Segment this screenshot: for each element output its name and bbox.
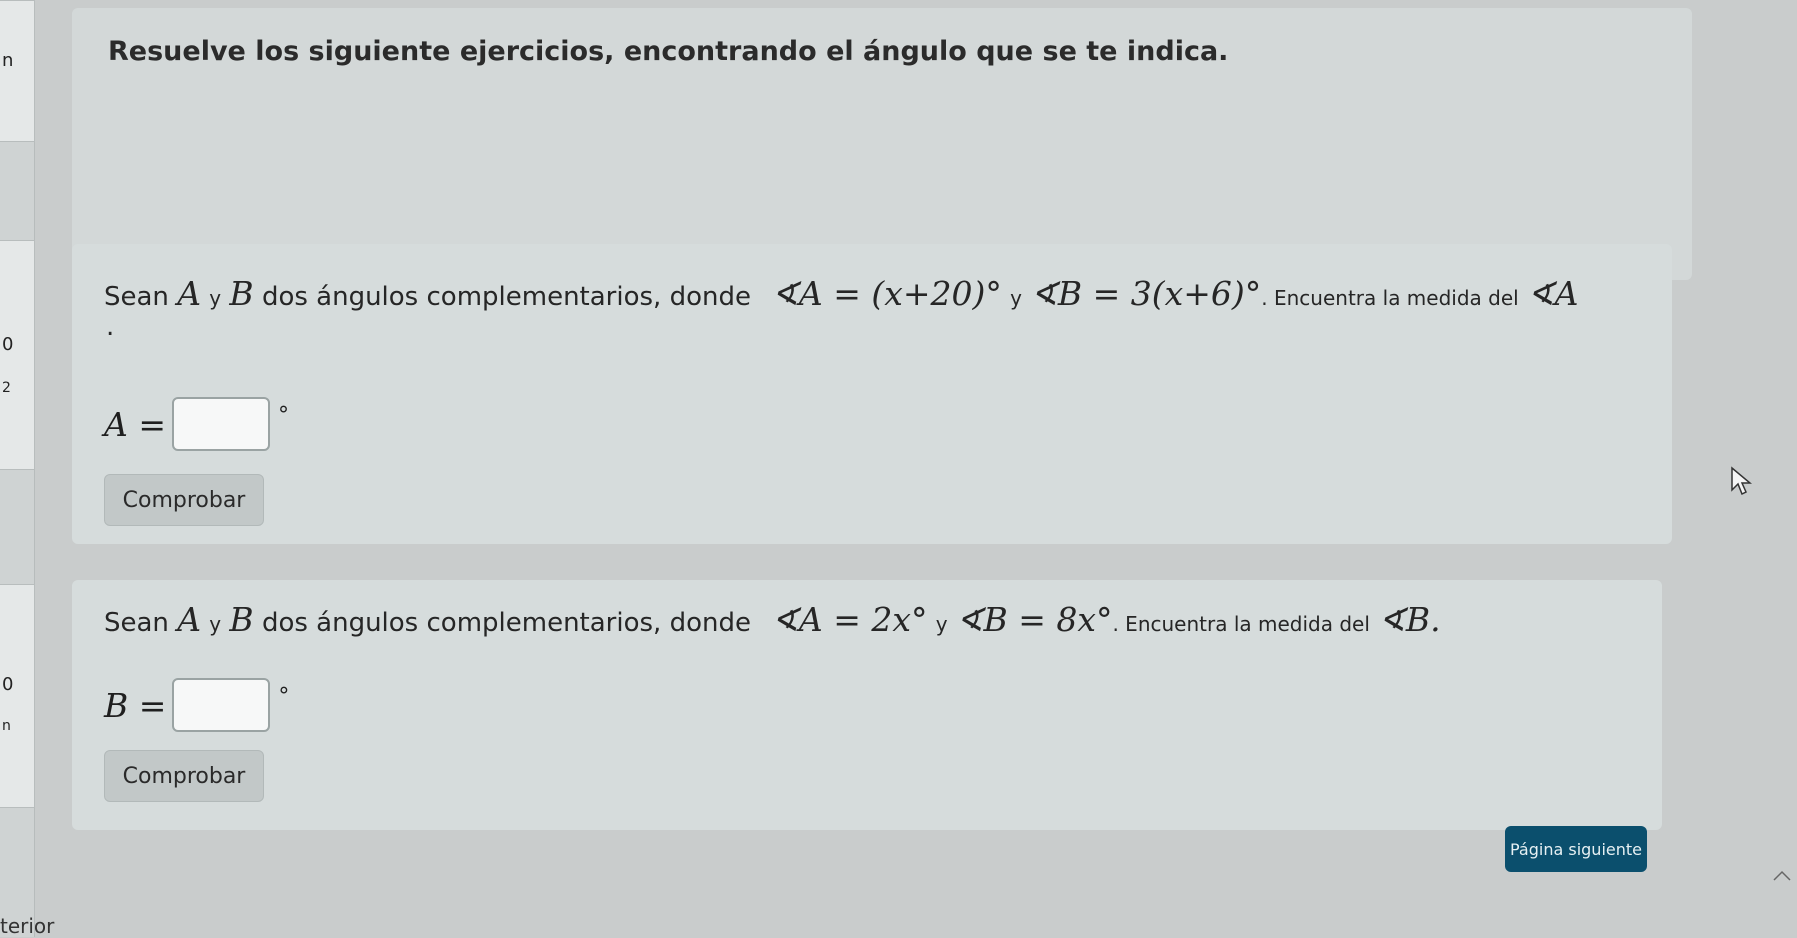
y-text: y	[935, 612, 948, 636]
left-sidebar-box[interactable]	[0, 584, 35, 808]
question-text: Sean A y B dos ángulos complementarios, …	[104, 274, 1578, 313]
instructions-panel: Resuelve los siguiente ejercicios, encon…	[72, 8, 1692, 280]
left-sidebar-number: 0	[2, 334, 14, 355]
period: .	[106, 312, 115, 342]
target-angle: ∢B.	[1378, 600, 1441, 639]
chevron-up-icon[interactable]	[1772, 868, 1792, 882]
answer-label: A =	[104, 404, 166, 444]
sean-text: Sean	[104, 282, 169, 312]
degree-symbol: °	[277, 402, 289, 428]
target-angle: ∢A	[1526, 274, 1579, 313]
next-page-button[interactable]: Página siguiente	[1505, 826, 1647, 872]
var-b: B	[229, 274, 254, 313]
y-text: y	[209, 612, 222, 636]
answer-row: A = °	[104, 397, 289, 451]
angle-a-expression: ∢A = (x+20)°	[771, 274, 1002, 313]
question-text: Sean A y B dos ángulos complementarios, …	[104, 600, 1441, 639]
y-text: y	[1010, 286, 1022, 310]
check-button[interactable]: Comprobar	[104, 474, 264, 526]
angle-b-expression: ∢B = 3(x+6)°	[1030, 274, 1262, 313]
left-sidebar-box[interactable]	[0, 240, 35, 470]
question-ask: . Encuentra la medida del	[1261, 286, 1519, 310]
page-title: Resuelve los siguiente ejercicios, encon…	[108, 36, 1229, 67]
var-b: B	[229, 600, 254, 639]
left-sidebar-number: 0	[2, 674, 14, 695]
question-ask: . Encuentra la medida del	[1112, 612, 1370, 636]
left-sidebar-box[interactable]	[0, 0, 35, 142]
check-button[interactable]: Comprobar	[104, 750, 264, 802]
question-panel-2: Sean A y B dos ángulos complementarios, …	[72, 580, 1662, 830]
question-body: dos ángulos complementarios, donde	[261, 608, 751, 638]
question-panel-1: Sean A y B dos ángulos complementarios, …	[72, 244, 1672, 544]
var-a: A	[177, 274, 202, 313]
previous-label[interactable]: terior	[0, 914, 54, 938]
answer-input[interactable]	[171, 397, 270, 451]
degree-symbol: °	[278, 683, 290, 709]
answer-row: B = °	[104, 678, 289, 732]
left-sidebar-number: 2	[2, 380, 11, 396]
mouse-cursor-icon	[1731, 466, 1752, 496]
question-body: dos ángulos complementarios, donde	[261, 282, 751, 312]
left-sidebar-number: n	[2, 50, 14, 71]
angle-a-expression: ∢A = 2x°	[771, 600, 928, 639]
left-sidebar-number: n	[2, 718, 11, 734]
var-a: A	[177, 600, 202, 639]
y-text: y	[209, 286, 222, 310]
angle-b-expression: ∢B = 8x°	[955, 600, 1113, 639]
answer-label: B =	[104, 685, 167, 725]
sean-text: Sean	[104, 608, 169, 638]
answer-input[interactable]	[172, 678, 271, 732]
